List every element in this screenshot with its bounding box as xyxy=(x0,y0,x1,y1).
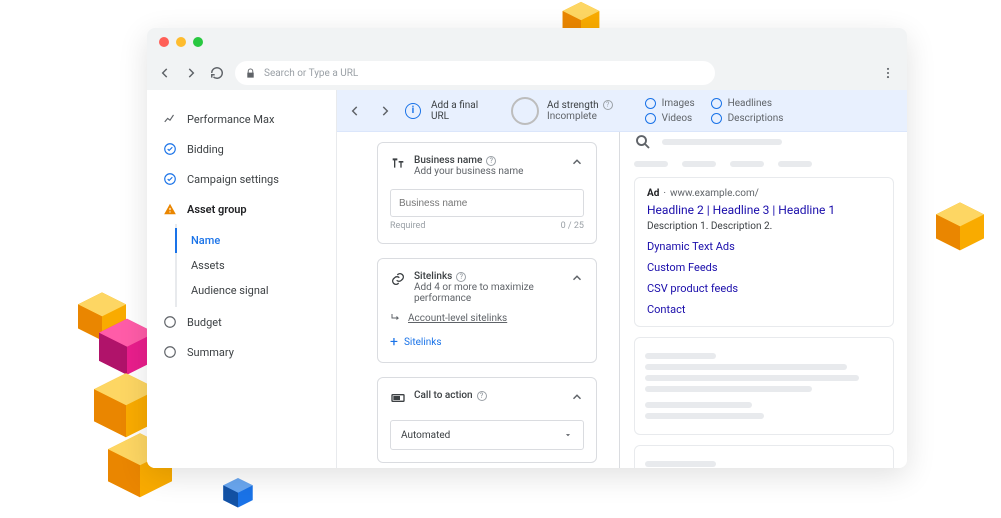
ad-strength-value: Incomplete xyxy=(547,111,613,122)
trend-icon xyxy=(163,112,177,126)
caret-down-icon xyxy=(563,430,573,440)
ad-sitelink[interactable]: Custom Feeds xyxy=(647,261,881,274)
sidebar-subitem-name[interactable]: Name xyxy=(175,228,336,253)
check-circle-icon xyxy=(163,172,177,186)
help-icon[interactable]: ? xyxy=(603,100,613,110)
url-placeholder: Search or Type a URL xyxy=(264,68,358,79)
ad-sitelink[interactable]: CSV product feeds xyxy=(647,282,881,295)
sidebar-item-label: Bidding xyxy=(187,143,224,156)
sidebar-item-label: Campaign settings xyxy=(187,173,279,186)
more-menu-icon[interactable] xyxy=(879,64,897,82)
check-images: Images xyxy=(645,98,695,109)
call-to-action-card: Call to action? Automated xyxy=(377,377,597,463)
sidebar-item-label: Performance Max xyxy=(187,113,274,126)
card-subtitle: Add your business name xyxy=(414,166,562,177)
check-descriptions: Descriptions xyxy=(711,113,784,124)
close-window-icon[interactable] xyxy=(159,37,169,47)
minimize-window-icon[interactable] xyxy=(176,37,186,47)
cta-box-icon xyxy=(390,390,406,406)
sidebar-item-bidding[interactable]: Bidding xyxy=(147,134,336,164)
chevron-up-icon[interactable] xyxy=(570,271,584,285)
sidebar-item-label: Summary xyxy=(187,346,234,359)
chevron-up-icon[interactable] xyxy=(570,155,584,169)
topbar: i Add a final URL Ad strength ? Incomple… xyxy=(337,90,907,132)
browser-window: Search or Type a URL Performance Max Bid… xyxy=(147,28,907,468)
ad-domain: www.example.com/ xyxy=(670,188,759,199)
ad-preview: Ad · www.example.com/ Headline 2 | Headl… xyxy=(619,132,907,468)
next-step-button[interactable] xyxy=(375,101,395,121)
sidebar-item-summary[interactable]: Summary xyxy=(147,337,336,367)
check-videos: Videos xyxy=(645,113,695,124)
main-panel: i Add a final URL Ad strength ? Incomple… xyxy=(337,90,907,468)
sidebar-item-label: Budget xyxy=(187,316,222,329)
sidebar-subitem-audience-signal[interactable]: Audience signal xyxy=(177,278,336,303)
sidebar-item-performance-max[interactable]: Performance Max xyxy=(147,104,336,134)
ad-preview-text-ad: Ad · www.example.com/ Headline 2 | Headl… xyxy=(634,177,894,327)
info-icon: i xyxy=(405,103,421,119)
account-sitelinks-link[interactable]: Account-level sitelinks xyxy=(390,312,584,324)
ad-strength-ring-icon xyxy=(511,97,539,125)
lock-icon xyxy=(245,68,256,79)
subdirectory-icon xyxy=(390,312,402,324)
ad-label: Ad xyxy=(647,188,659,199)
sidebar-item-label: Asset group xyxy=(187,203,247,216)
back-icon[interactable] xyxy=(157,65,173,81)
card-subtitle: Add 4 or more to maximize performance xyxy=(414,282,562,304)
ad-preview-skeleton xyxy=(634,445,894,468)
search-icon xyxy=(634,133,652,151)
sidebar-item-budget[interactable]: Budget xyxy=(147,307,336,337)
sidebar-item-campaign-settings[interactable]: Campaign settings xyxy=(147,164,336,194)
ad-preview-skeleton xyxy=(634,337,894,435)
prev-step-button[interactable] xyxy=(345,101,365,121)
chevron-up-icon[interactable] xyxy=(570,390,584,404)
ad-sitelink[interactable]: Dynamic Text Ads xyxy=(647,240,881,253)
maximize-window-icon[interactable] xyxy=(193,37,203,47)
business-name-input[interactable] xyxy=(390,189,584,217)
help-icon[interactable]: ? xyxy=(477,391,487,401)
card-title-text: Sitelinks xyxy=(414,271,452,282)
ad-sitelink[interactable]: Contact xyxy=(647,303,881,316)
url-input[interactable]: Search or Type a URL xyxy=(235,61,715,85)
final-url-label: Add a final URL xyxy=(431,100,491,122)
ad-description: Description 1. Description 2. xyxy=(647,221,881,232)
card-title-text: Call to action xyxy=(414,390,473,401)
window-controls xyxy=(147,28,907,56)
sidebar-item-asset-group[interactable]: Asset group xyxy=(147,194,336,224)
sitelinks-card: Sitelinks? Add 4 or more to maximize per… xyxy=(377,258,597,363)
cta-select[interactable]: Automated xyxy=(390,420,584,450)
check-circle-icon xyxy=(163,142,177,156)
required-label: Required xyxy=(390,221,425,231)
forward-icon[interactable] xyxy=(183,65,199,81)
text-icon xyxy=(390,155,406,171)
plus-icon: + xyxy=(390,334,398,350)
business-name-card: Business name? Add your business name Re… xyxy=(377,142,597,244)
reload-icon[interactable] xyxy=(209,65,225,81)
radio-empty-icon xyxy=(163,345,177,359)
check-headlines: Headlines xyxy=(711,98,784,109)
add-sitelinks-button[interactable]: + Sitelinks xyxy=(390,334,584,350)
ad-strength-label: Ad strength xyxy=(547,100,599,111)
char-counter: 0 / 25 xyxy=(561,221,584,231)
ad-headline: Headline 2 | Headline 3 | Headline 1 xyxy=(647,203,881,217)
address-bar: Search or Type a URL xyxy=(147,56,907,90)
campaign-sidebar: Performance Max Bidding Campaign setting… xyxy=(147,90,337,468)
card-title-text: Business name xyxy=(414,155,482,166)
help-icon[interactable]: ? xyxy=(486,156,496,166)
sidebar-subitem-assets[interactable]: Assets xyxy=(177,253,336,278)
help-icon[interactable]: ? xyxy=(456,272,466,282)
warning-icon xyxy=(163,202,177,216)
radio-empty-icon xyxy=(163,315,177,329)
link-icon xyxy=(390,271,406,287)
cta-selected-value: Automated xyxy=(401,430,450,441)
